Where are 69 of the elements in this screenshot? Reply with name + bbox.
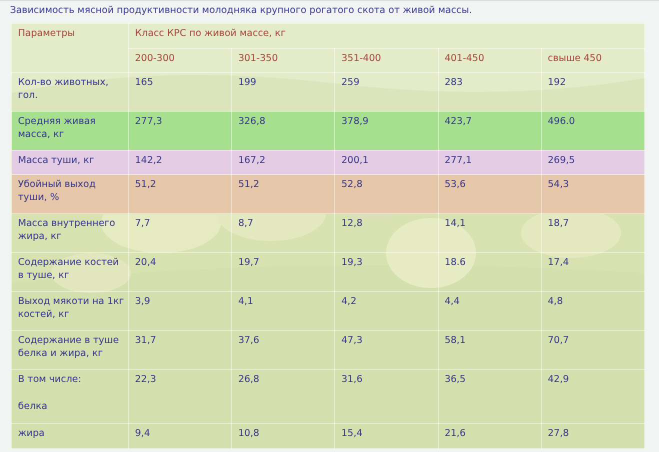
- column-header: Параметры: [12, 24, 128, 72]
- table-cell: 277,3: [135, 116, 162, 127]
- table-cell: 192: [548, 77, 566, 88]
- table-cell: 165: [135, 77, 154, 88]
- table-cell: 378,9: [341, 116, 369, 127]
- table-cell: 31,7: [135, 334, 156, 346]
- table-cell: 52,8: [341, 179, 363, 190]
- table-cell: 4,8: [548, 296, 563, 307]
- row-label: В том числе:: [18, 374, 82, 387]
- table-cell: 26,8: [238, 374, 260, 385]
- table-cell: 51,2: [238, 179, 260, 190]
- table-cell: 199: [238, 77, 256, 88]
- table-cell: 18.6: [444, 257, 466, 268]
- row-label: Содержание в туше белка и жира, кг: [18, 334, 120, 360]
- column-header: 200-300: [128, 48, 232, 72]
- table-cell: 53,6: [444, 179, 466, 190]
- row-label: Средняя живая масса, кг: [18, 116, 97, 142]
- table-cell: 269,5: [548, 154, 575, 166]
- table-cell: 15,4: [341, 428, 363, 440]
- row-label: Выход мякоти на 1кг костей, кг: [18, 296, 126, 322]
- table-cell: 27,8: [548, 428, 569, 440]
- table-cell: 7,7: [135, 218, 150, 230]
- row-label: Кол-во животных, гол.: [18, 77, 110, 103]
- table-cell: 259: [341, 77, 360, 88]
- table-cell: 31,6: [341, 374, 363, 385]
- table-cell: 423,7: [444, 116, 472, 127]
- table-cell: 167,2: [238, 154, 266, 166]
- table-cell: 70,7: [548, 334, 569, 346]
- row-label: Содержание костей в туше, кг: [18, 257, 120, 283]
- table-caption: Зависимость мясной продуктивности молодняка крупного рогатого скота от живой массы.: [9, 4, 474, 18]
- table-cell: 54,3: [548, 179, 569, 190]
- table-cell: 9,4: [135, 428, 150, 440]
- table-cell: 496.0: [548, 116, 575, 127]
- table-cell: 58,1: [444, 334, 466, 346]
- table-cell: 51,2: [135, 179, 156, 190]
- row-label: белка: [18, 400, 48, 414]
- table-cell: 8,7: [238, 218, 254, 230]
- table-cell: 19,3: [341, 257, 363, 268]
- table-cell: 14,1: [444, 218, 466, 230]
- table-cell: 200,1: [341, 154, 369, 166]
- table-cell: 47,3: [341, 334, 363, 346]
- table-cell: 12,8: [341, 218, 363, 230]
- row-label: Убойный выход туши, %: [18, 179, 97, 205]
- table-cell: 18,7: [548, 218, 569, 230]
- table-cell: 4,4: [444, 296, 460, 307]
- table-cell: 4,1: [238, 296, 254, 307]
- table-cell: 20,4: [135, 257, 156, 268]
- table-cell: 277,1: [444, 154, 472, 166]
- table-cell: 42,9: [548, 374, 569, 385]
- column-header: Класс КРС по живой массе, кг: [128, 24, 644, 48]
- table-cell: 19,7: [238, 257, 260, 268]
- table-cell: 3,9: [135, 296, 150, 307]
- table-cell: 142,2: [135, 154, 162, 166]
- column-header: 401-450: [438, 48, 542, 72]
- row-label: жира: [18, 428, 46, 442]
- table-cell: 326,8: [238, 116, 266, 127]
- row-label: Масса внутреннего жира, кг: [18, 218, 116, 244]
- column-header: 351-400: [334, 48, 438, 72]
- table-cell: 36,5: [444, 374, 466, 385]
- table-cell: 4,2: [341, 296, 356, 307]
- row-label: Масса туши, кг: [18, 154, 96, 168]
- table-cell: 283: [444, 77, 463, 88]
- table-cell: 22,3: [135, 374, 156, 385]
- table-cell: 37,6: [238, 334, 260, 346]
- table-cell: 21,6: [444, 428, 466, 440]
- table-cell: 10,8: [238, 428, 260, 440]
- column-header: 301-350: [232, 48, 335, 72]
- column-header: свыше 450: [541, 48, 644, 72]
- table-cell: 17,4: [548, 257, 569, 268]
